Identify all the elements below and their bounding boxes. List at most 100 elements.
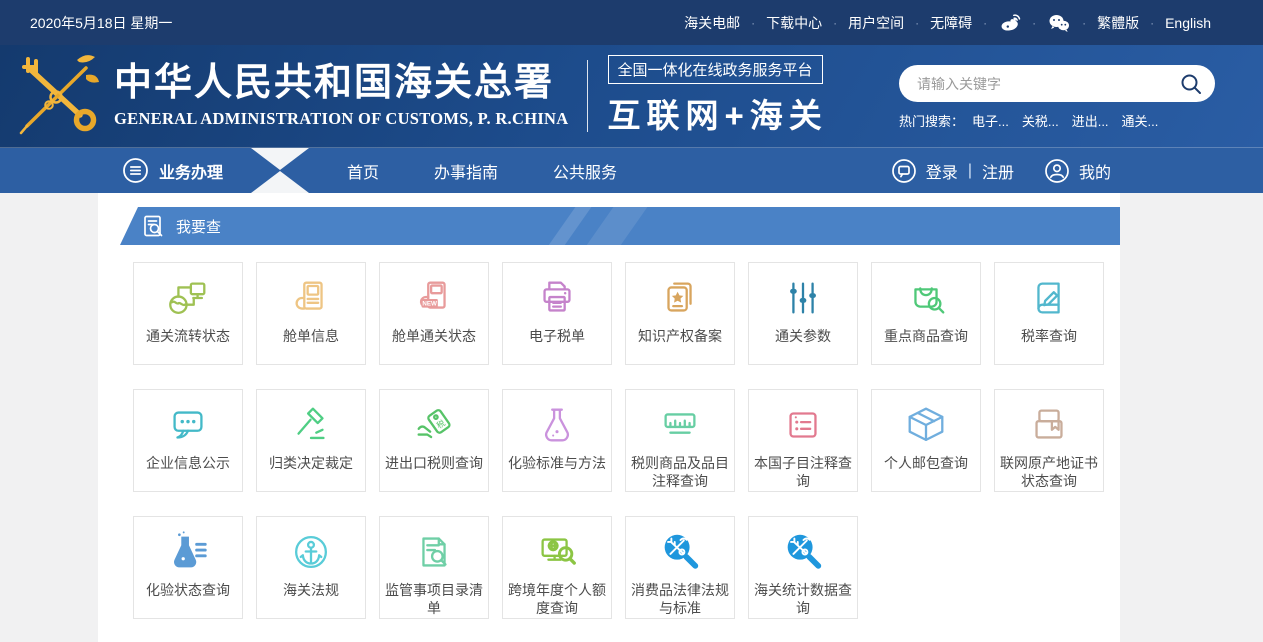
service-card-label: 税则商品及品目注释查询 xyxy=(626,455,734,490)
link-english[interactable]: English xyxy=(1165,15,1211,31)
service-card-19[interactable]: 监管事项目录清单 xyxy=(379,516,489,619)
chat-dots-icon xyxy=(165,400,211,450)
service-card-1[interactable]: 通关流转状态 xyxy=(133,262,243,365)
header: 中华人民共和国海关总署 GENERAL ADMINISTRATION OF CU… xyxy=(0,45,1263,148)
globe-network-icon xyxy=(165,273,211,323)
service-card-7[interactable]: 重点商品查询 xyxy=(871,262,981,365)
nav-item-public-service[interactable]: 公共服务 xyxy=(553,159,617,183)
service-card-9[interactable]: 企业信息公示 xyxy=(133,389,243,492)
service-card-8[interactable]: 税率查询 xyxy=(994,262,1104,365)
service-card-20[interactable]: 跨境年度个人额度查询 xyxy=(502,516,612,619)
service-card-label: 进出口税则查询 xyxy=(382,455,486,473)
service-card-21[interactable]: 消费品法律法规与标准 xyxy=(625,516,735,619)
search-input[interactable] xyxy=(917,76,1179,92)
link-traditional-chinese[interactable]: 繁體版 xyxy=(1097,13,1139,33)
register-link[interactable]: 注册 xyxy=(982,159,1014,183)
sliders-icon xyxy=(780,273,826,323)
service-card-label: 监管事项目录清单 xyxy=(380,582,488,617)
hot-search-term[interactable]: 通关... xyxy=(1122,111,1159,130)
manifest-new-icon: NEW xyxy=(411,273,457,323)
service-card-6[interactable]: 通关参数 xyxy=(748,262,858,365)
hot-search-label: 热门搜索： xyxy=(899,111,964,130)
monitor-search-icon xyxy=(534,527,580,577)
my-account-button[interactable]: 我的 xyxy=(1044,158,1111,184)
hot-search-term[interactable]: 进出... xyxy=(1072,111,1109,130)
platform-title: 互联网+海关 xyxy=(608,89,828,137)
section-title: 我要查 xyxy=(176,216,221,237)
content-panel: 我要查 通关流转状态舱单信息NEW舱单通关状态电子税单 知识产权备案 通关参数重点商… xyxy=(98,193,1120,642)
bag-search-icon xyxy=(903,273,949,323)
service-card-18[interactable]: 海关法规 xyxy=(256,516,366,619)
service-card-14[interactable]: 本国子目注释查询 xyxy=(748,389,858,492)
service-card-label: 本国子目注释查询 xyxy=(749,455,857,490)
service-card-16[interactable]: 联网原产地证书状态查询 xyxy=(994,389,1104,492)
service-card-17[interactable]: 化验状态查询 xyxy=(133,516,243,619)
service-card-11[interactable]: 税进出口税则查询 xyxy=(379,389,489,492)
platform-block: 全国一体化在线政务服务平台 互联网+海关 xyxy=(608,55,828,137)
separator-dot: · xyxy=(1082,16,1086,30)
login-link[interactable]: 登录 xyxy=(926,159,958,183)
platform-badge: 全国一体化在线政务服务平台 xyxy=(608,55,823,84)
separator-dot: · xyxy=(915,16,919,30)
printer-icon xyxy=(534,273,580,323)
hot-search-row: 热门搜索： 电子... 关税... 进出... 通关... xyxy=(899,111,1215,130)
service-card-label: 联网原产地证书状态查询 xyxy=(995,455,1103,490)
separator-dot: · xyxy=(1032,16,1036,30)
site-title-block: 中华人民共和国海关总署 GENERAL ADMINISTRATION OF CU… xyxy=(114,63,569,130)
customs-search-icon xyxy=(780,527,826,577)
service-card-22[interactable]: 海关统计数据查询 xyxy=(748,516,858,619)
service-card-label: 个人邮包查询 xyxy=(881,455,971,473)
nav-item-guide[interactable]: 办事指南 xyxy=(434,159,498,183)
hot-search-term[interactable]: 关税... xyxy=(1022,111,1059,130)
svg-text:NEW: NEW xyxy=(422,301,437,308)
nav-item-home[interactable]: 首页 xyxy=(347,159,379,183)
service-card-2[interactable]: 舱单信息 xyxy=(256,262,366,365)
separator-dot: · xyxy=(833,16,837,30)
service-card-label: 海关统计数据查询 xyxy=(749,582,857,617)
wechat-icon[interactable] xyxy=(1047,12,1071,34)
business-menu-button[interactable]: 业务办理 xyxy=(122,157,223,184)
service-card-label: 化验标准与方法 xyxy=(505,455,609,473)
doc-search-icon xyxy=(142,214,166,238)
manifest-icon xyxy=(288,273,334,323)
service-card-label: 重点商品查询 xyxy=(881,328,971,346)
service-card-3[interactable]: NEW舱单通关状态 xyxy=(379,262,489,365)
date-text: 2020年5月18日 星期一 xyxy=(30,13,172,33)
ipr-cert-icon xyxy=(657,273,703,323)
service-card-label: 企业信息公示 xyxy=(143,455,233,473)
site-title-cn: 中华人民共和国海关总署 xyxy=(114,63,569,105)
service-card-label: 归类决定裁定 xyxy=(266,455,356,473)
customs-search-icon xyxy=(657,527,703,577)
link-download-center[interactable]: 下载中心 xyxy=(766,13,822,33)
gavel-icon xyxy=(288,400,334,450)
nav-right: 登录 | 注册 我的 xyxy=(891,158,1111,184)
service-card-12[interactable]: 化验标准与方法 xyxy=(502,389,612,492)
service-card-label: 化验状态查询 xyxy=(143,582,233,600)
search-button[interactable] xyxy=(1179,72,1203,96)
service-card-13[interactable]: 税则商品及品目注释查询 xyxy=(625,389,735,492)
link-accessibility[interactable]: 无障碍 xyxy=(930,13,972,33)
link-customs-mail[interactable]: 海关电邮 xyxy=(684,13,740,33)
ruler-icon xyxy=(657,400,703,450)
service-card-label: 跨境年度个人额度查询 xyxy=(503,582,611,617)
service-card-15[interactable]: 个人邮包查询 xyxy=(871,389,981,492)
service-card-10[interactable]: 归类决定裁定 xyxy=(256,389,366,492)
service-card-label: 税率查询 xyxy=(1018,328,1080,346)
service-card-label: 知识产权备案 xyxy=(635,328,725,346)
package-icon xyxy=(903,400,949,450)
flask-list-icon xyxy=(165,527,211,577)
banner-stripe xyxy=(539,207,597,245)
link-user-space[interactable]: 用户空间 xyxy=(848,13,904,33)
service-card-label: 电子税单 xyxy=(526,328,588,346)
separator-dot: · xyxy=(751,16,755,30)
hot-search-term[interactable]: 电子... xyxy=(972,111,1009,130)
list-card-icon xyxy=(780,400,826,450)
service-card-5[interactable]: 知识产权备案 xyxy=(625,262,735,365)
bowtie-decoration xyxy=(251,148,309,193)
service-card-4[interactable]: 电子税单 xyxy=(502,262,612,365)
weibo-icon[interactable] xyxy=(998,12,1021,34)
cert-ribbon-icon xyxy=(1026,400,1072,450)
my-label: 我的 xyxy=(1079,159,1111,183)
section-banner: 我要查 xyxy=(120,207,1120,245)
clipboard-search-icon xyxy=(411,527,457,577)
